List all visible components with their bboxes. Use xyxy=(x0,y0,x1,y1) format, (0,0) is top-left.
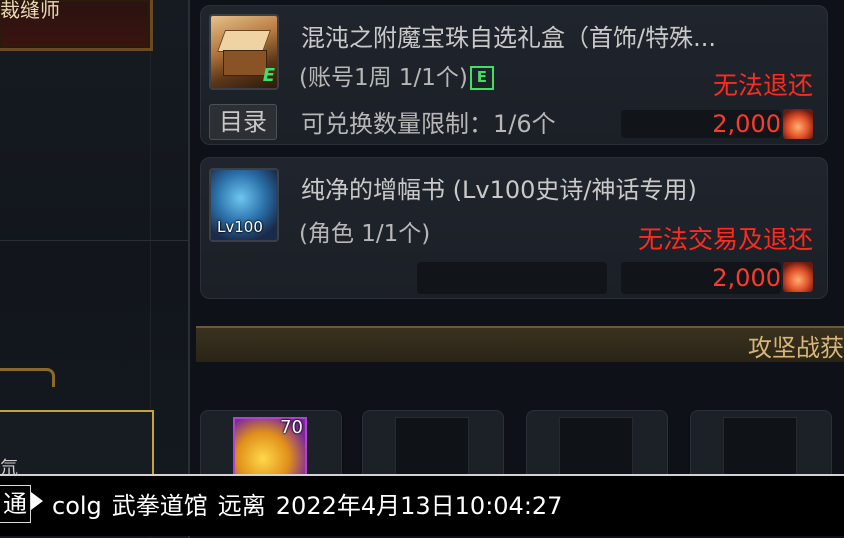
item-count: 70 xyxy=(280,417,303,438)
restriction-text: 无法交易及退还 xyxy=(637,225,813,254)
chat-arrow-icon xyxy=(31,492,43,510)
price-value: 2,000 xyxy=(712,110,781,138)
chat-sender[interactable]: colg xyxy=(52,492,102,520)
currency-icon xyxy=(783,109,813,139)
left-header-text: 裁缝师 xyxy=(0,0,60,22)
amplification-book-icon[interactable]: Lv100 xyxy=(209,168,279,242)
grade-e-icon: E xyxy=(262,65,275,86)
item-name: 纯净的增幅书 (Lv100史诗/神话专用) xyxy=(301,176,697,204)
catalog-button[interactable]: 目录 xyxy=(209,104,277,140)
section-banner xyxy=(196,326,844,362)
empty-slot xyxy=(723,417,797,479)
shop-item-card[interactable]: Lv100 纯净的增幅书 (Lv100史诗/神话专用) (角色 1/1个) 无法… xyxy=(200,157,828,299)
quantity-field xyxy=(417,262,607,294)
gold-ornament-icon xyxy=(0,368,55,387)
item-sub: (角色 1/1个) xyxy=(299,221,431,247)
exchange-limit: 可兑换数量限制：1/6个 xyxy=(301,110,556,138)
chat-message: colg 武拳道馆 远离 2022年4月13日10:04:27 xyxy=(52,486,572,521)
left-header: 裁缝师 xyxy=(0,0,153,51)
item-sub-text: (账号1周 1/1个) xyxy=(299,65,468,91)
box-lid xyxy=(216,30,272,52)
price-value: 2,000 xyxy=(712,264,781,292)
left-separator xyxy=(0,240,188,241)
level-badge: Lv100 xyxy=(217,218,263,236)
empty-slot xyxy=(559,417,633,479)
chat-channel-tag[interactable]: 通 xyxy=(0,485,31,523)
restriction-text: 无法退还 xyxy=(712,71,813,100)
box-body xyxy=(223,50,267,76)
chat-status: 远离 xyxy=(217,492,266,520)
chat-timestamp: 2022年4月13日10:04:27 xyxy=(275,492,563,520)
left-slot[interactable] xyxy=(0,410,154,484)
item-name: 混沌之附魔宝珠自选礼盒（首饰/特殊... xyxy=(301,24,716,52)
section-title: 攻坚战获 xyxy=(748,334,844,362)
gift-box-icon[interactable]: E xyxy=(209,14,279,90)
item-sub: (账号1周 1/1个) E xyxy=(299,58,494,92)
shop-item-card[interactable]: E 目录 混沌之附魔宝珠自选礼盒（首饰/特殊... (账号1周 1/1个) E 无… xyxy=(200,5,828,145)
currency-icon xyxy=(783,262,813,292)
empty-slot xyxy=(395,417,469,479)
grade-tag: E xyxy=(469,66,494,90)
chat-location: 武拳道馆 xyxy=(111,492,208,520)
